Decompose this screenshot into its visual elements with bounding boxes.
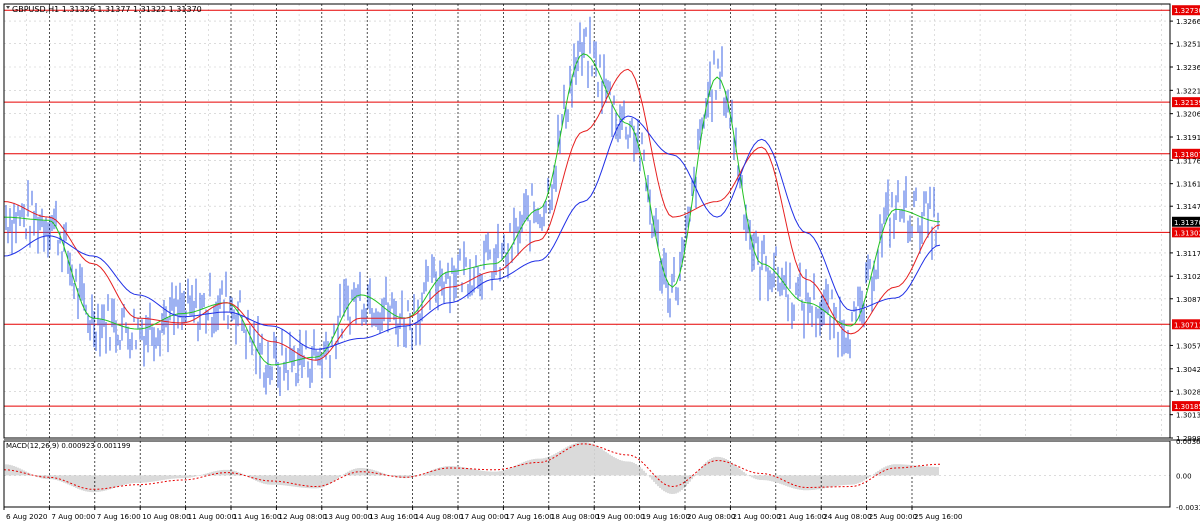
price-label: 1.32065 — [1176, 110, 1200, 119]
time-label: 17 Aug 00:00 — [460, 512, 509, 521]
level-price-label: 1.30711 — [1174, 321, 1200, 329]
time-label: 19 Aug 16:00 — [642, 512, 691, 521]
price-label: 1.30280 — [1176, 387, 1200, 396]
time-label: 17 Aug 16:00 — [505, 512, 554, 521]
time-label: 24 Aug 08:00 — [823, 512, 872, 521]
time-label: 20 Aug 08:00 — [687, 512, 736, 521]
time-label: 11 Aug 16:00 — [233, 512, 282, 521]
macd-header: MACD(12,26,9) 0.000923 0.001199 — [6, 442, 130, 450]
price-label: 1.31615 — [1176, 180, 1200, 189]
price-label: 1.31020 — [1176, 272, 1200, 281]
time-label: 6 Aug 2020 — [6, 512, 48, 521]
time-label: 14 Aug 08:00 — [415, 512, 464, 521]
price-label: 1.32660 — [1176, 17, 1200, 26]
time-label: 12 Aug 08:00 — [278, 512, 327, 521]
price-label: 1.32515 — [1176, 40, 1200, 49]
time-label: 25 Aug 16:00 — [914, 512, 963, 521]
time-label: 21 Aug 00:00 — [732, 512, 781, 521]
price-label: 1.32215 — [1176, 86, 1200, 95]
time-label: 10 Aug 08:00 — [142, 512, 191, 521]
price-label: 1.30875 — [1176, 295, 1200, 304]
macd-axis-label: 0.003696 — [1176, 438, 1200, 446]
time-label: 18 Aug 08:00 — [551, 512, 600, 521]
price-label: 1.31470 — [1176, 202, 1200, 211]
price-label: 1.31170 — [1176, 249, 1200, 258]
level-price-label: 1.31302 — [1174, 229, 1200, 237]
time-label: 7 Aug 00:00 — [51, 512, 95, 521]
time-label: 11 Aug 00:00 — [188, 512, 237, 521]
symbol-header: GBPUSD,H1 1.31326 1.31377 1.31322 1.3137… — [12, 5, 202, 14]
chart-canvas[interactable]: 1.327301.321391.318071.313021.307111.301… — [0, 0, 1200, 525]
macd-axis-label: 0.00 — [1176, 472, 1192, 480]
trading-chart-window[interactable]: 1.327301.321391.318071.313021.307111.301… — [0, 0, 1200, 525]
time-label: 19 Aug 00:00 — [596, 512, 645, 521]
price-label: 1.31765 — [1176, 156, 1200, 165]
time-label: 25 Aug 00:00 — [869, 512, 918, 521]
price-label: 1.32365 — [1176, 63, 1200, 72]
price-label: 1.30575 — [1176, 341, 1200, 350]
level-price-label: 1.32730 — [1174, 7, 1200, 15]
macd-axis-label: -0.003379 — [1176, 504, 1200, 512]
price-label: 1.30425 — [1176, 365, 1200, 374]
current-price-label: 1.31370 — [1174, 219, 1200, 227]
price-label: 1.31915 — [1176, 133, 1200, 142]
price-label: 1.30130 — [1176, 411, 1200, 420]
time-label: 21 Aug 16:00 — [778, 512, 827, 521]
level-price-label: 1.32139 — [1174, 99, 1200, 107]
time-label: 13 Aug 00:00 — [324, 512, 373, 521]
time-label: 13 Aug 16:00 — [369, 512, 418, 521]
time-label: 7 Aug 16:00 — [97, 512, 141, 521]
